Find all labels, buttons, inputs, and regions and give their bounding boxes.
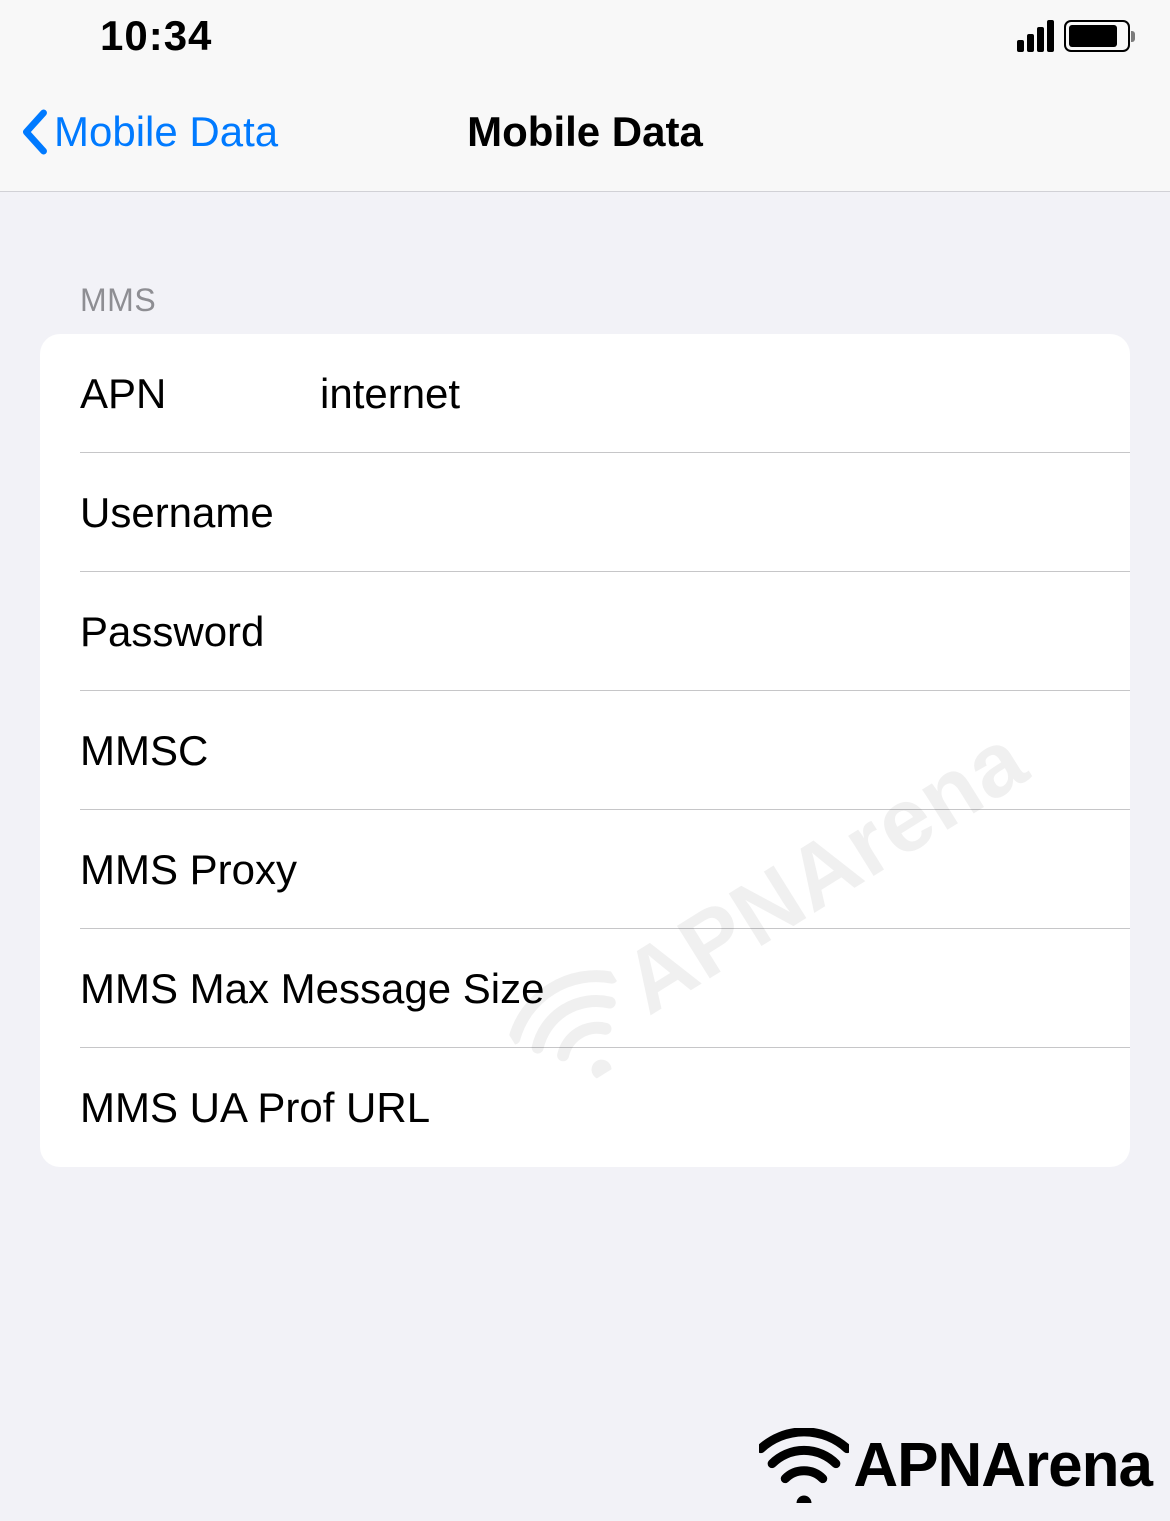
mmsc-input[interactable] [320, 727, 1090, 775]
chevron-left-icon [20, 109, 48, 155]
section-header-mms: MMS [0, 192, 1170, 334]
back-label: Mobile Data [54, 108, 278, 156]
mms-max-size-input[interactable] [549, 965, 1090, 1013]
apn-input[interactable] [320, 370, 1090, 418]
row-label: MMS Max Message Size [80, 965, 549, 1013]
navigation-bar: Mobile Data Mobile Data [0, 72, 1170, 192]
cellular-signal-icon [1017, 20, 1054, 52]
footer-brand: APNArena [759, 1428, 1152, 1503]
password-input[interactable] [320, 608, 1090, 656]
back-button[interactable]: Mobile Data [20, 108, 278, 156]
row-label: Username [80, 489, 320, 537]
row-label: MMS Proxy [80, 846, 320, 894]
row-label: APN [80, 370, 320, 418]
row-mmsc[interactable]: MMSC [40, 691, 1130, 810]
row-label: MMS UA Prof URL [80, 1084, 549, 1132]
row-apn[interactable]: APN [40, 334, 1130, 453]
brand-text: APNArena [853, 1430, 1152, 1501]
status-bar: 10:34 [0, 0, 1170, 72]
row-mms-ua-prof-url[interactable]: MMS UA Prof URL [40, 1048, 1130, 1167]
wifi-icon [759, 1428, 849, 1503]
status-time: 10:34 [100, 12, 212, 60]
row-label: Password [80, 608, 320, 656]
row-password[interactable]: Password [40, 572, 1130, 691]
page-title: Mobile Data [467, 108, 703, 156]
row-mms-proxy[interactable]: MMS Proxy [40, 810, 1130, 929]
username-input[interactable] [320, 489, 1090, 537]
settings-table: APN Username Password MMSC MMS Proxy MMS… [40, 334, 1130, 1167]
row-label: MMSC [80, 727, 320, 775]
row-username[interactable]: Username [40, 453, 1130, 572]
row-mms-max-message-size[interactable]: MMS Max Message Size [40, 929, 1130, 1048]
battery-icon [1064, 20, 1130, 52]
mms-ua-prof-url-input[interactable] [549, 1084, 1090, 1132]
status-indicators [1017, 20, 1130, 52]
mms-proxy-input[interactable] [320, 846, 1090, 894]
